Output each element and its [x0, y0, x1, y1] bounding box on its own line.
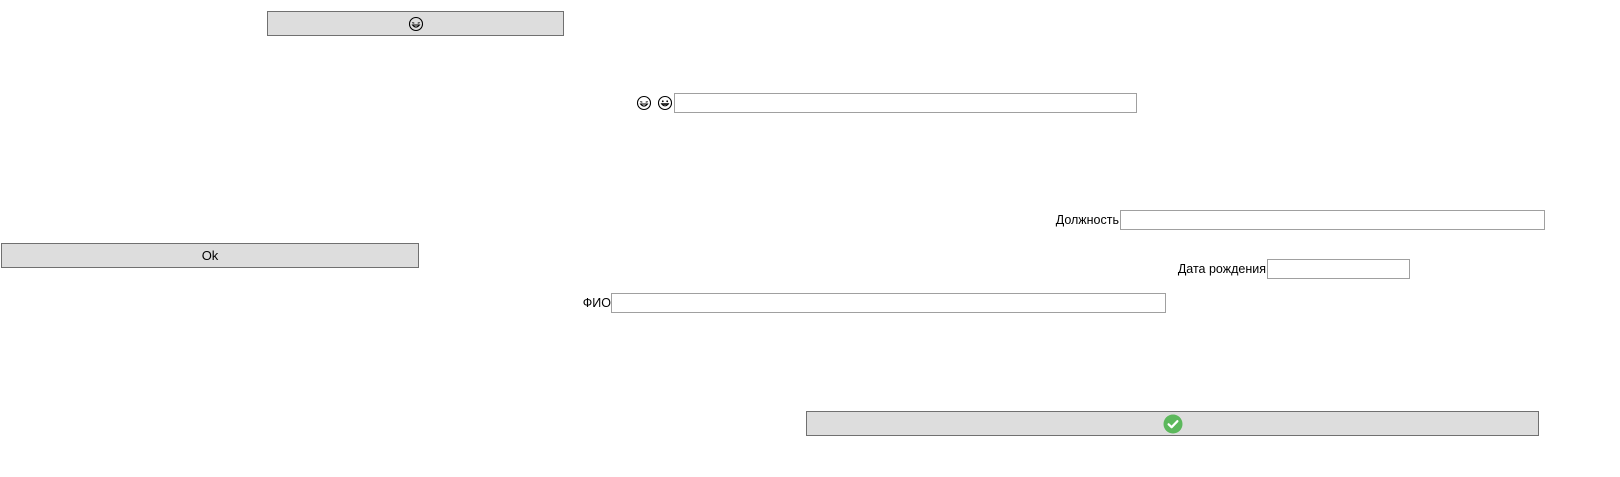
grinning-face-icon	[657, 95, 673, 111]
position-field[interactable]	[1120, 210, 1545, 230]
birthdate-label: Дата рождения	[1177, 262, 1266, 276]
ok-button[interactable]: Ok	[1, 243, 419, 268]
position-label: Должность	[1055, 213, 1119, 227]
ok-button-label: Ok	[201, 248, 219, 263]
birthdate-field[interactable]	[1267, 259, 1410, 279]
check-circle-icon	[1163, 414, 1183, 434]
emoji-button[interactable]	[267, 11, 564, 36]
emoji-text-field[interactable]	[674, 93, 1137, 113]
fullname-label: ФИО	[582, 296, 611, 310]
confirm-button[interactable]	[806, 411, 1539, 436]
fullname-field[interactable]	[611, 293, 1166, 313]
laughing-face-icon	[408, 16, 424, 32]
laughing-face-icon	[636, 95, 652, 111]
